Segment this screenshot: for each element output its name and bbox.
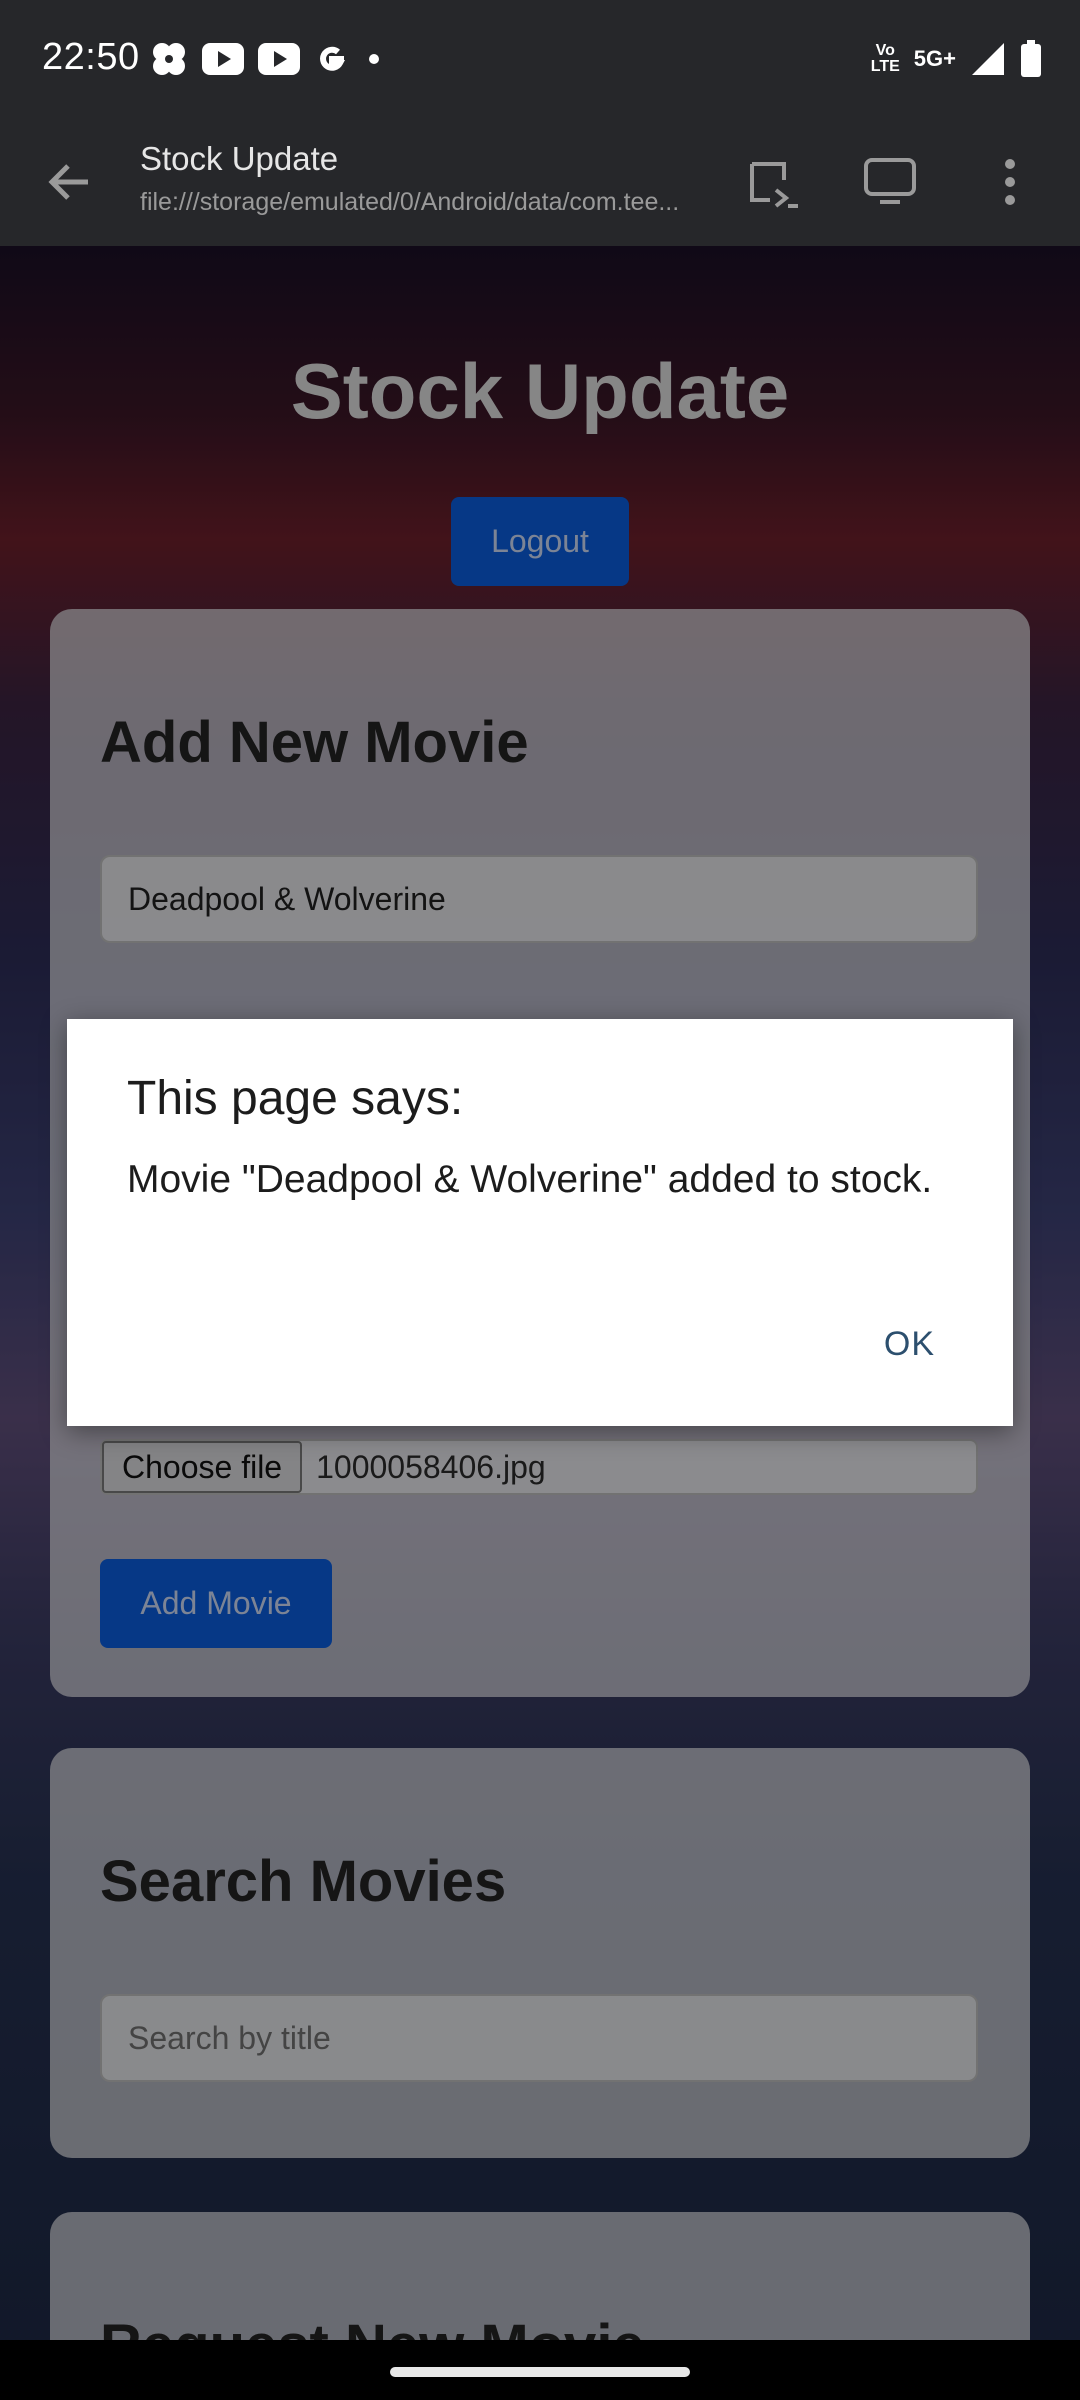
- search-movies-heading: Search Movies: [100, 1849, 507, 1914]
- open-in-browser-icon[interactable]: [740, 150, 804, 214]
- logout-button[interactable]: Logout: [451, 497, 629, 586]
- navigation-bar: [0, 2340, 1080, 2400]
- browser-toolbar: Stock Update file:///storage/emulated/0/…: [0, 126, 1080, 246]
- movie-title-input[interactable]: Deadpool & Wolverine: [100, 855, 978, 943]
- volte-bottom-label: LTE: [870, 58, 900, 75]
- youtube-icon: [202, 43, 244, 75]
- google-icon: [320, 46, 346, 71]
- volte-indicator: Vo LTE: [871, 43, 900, 75]
- desktop-site-icon[interactable]: [858, 150, 922, 214]
- file-input[interactable]: Choose file 1000058406.jpg: [100, 1439, 978, 1495]
- search-input[interactable]: Search by title: [100, 1994, 978, 2082]
- notification-icons: [150, 40, 384, 78]
- status-bar: 22:50 Vo LTE 5G+: [0, 0, 1080, 126]
- toolbar-url: file:///storage/emulated/0/Android/data/…: [140, 188, 680, 216]
- status-time: 22:50: [42, 36, 140, 78]
- gesture-handle[interactable]: [390, 2367, 690, 2377]
- ok-button[interactable]: OK: [870, 1319, 949, 1370]
- youtube-icon: [258, 43, 300, 75]
- file-name: 1000058406.jpg: [316, 1448, 546, 1485]
- dot-icon: [369, 54, 379, 64]
- add-movie-button[interactable]: Add Movie: [100, 1559, 332, 1648]
- dialog-message: Movie "Deadpool & Wolverine" added to st…: [127, 1158, 933, 1201]
- add-movie-heading: Add New Movie: [100, 710, 529, 775]
- back-arrow-icon[interactable]: [40, 152, 100, 212]
- battery-icon: [1021, 40, 1041, 77]
- pinwheel-icon: [153, 43, 185, 75]
- page-title: Stock Update: [290, 347, 790, 435]
- volte-top-label: Vo: [875, 42, 895, 59]
- request-movie-card: Request New Movie: [50, 2212, 1030, 2340]
- dialog-title: This page says:: [127, 1072, 464, 1125]
- search-movies-card: Search Movies Search by title: [50, 1748, 1030, 2158]
- choose-file-button[interactable]: Choose file: [102, 1441, 303, 1493]
- signal-icon: [972, 43, 1004, 75]
- alert-dialog: This page says: Movie "Deadpool & Wolver…: [67, 1019, 1013, 1426]
- toolbar-title: Stock Update: [140, 140, 339, 177]
- network-type: 5G+: [913, 46, 956, 71]
- more-options-icon[interactable]: [978, 150, 1042, 214]
- request-movie-heading: Request New Movie: [100, 2312, 645, 2340]
- system-status-icons: Vo LTE 5G+: [871, 40, 1042, 78]
